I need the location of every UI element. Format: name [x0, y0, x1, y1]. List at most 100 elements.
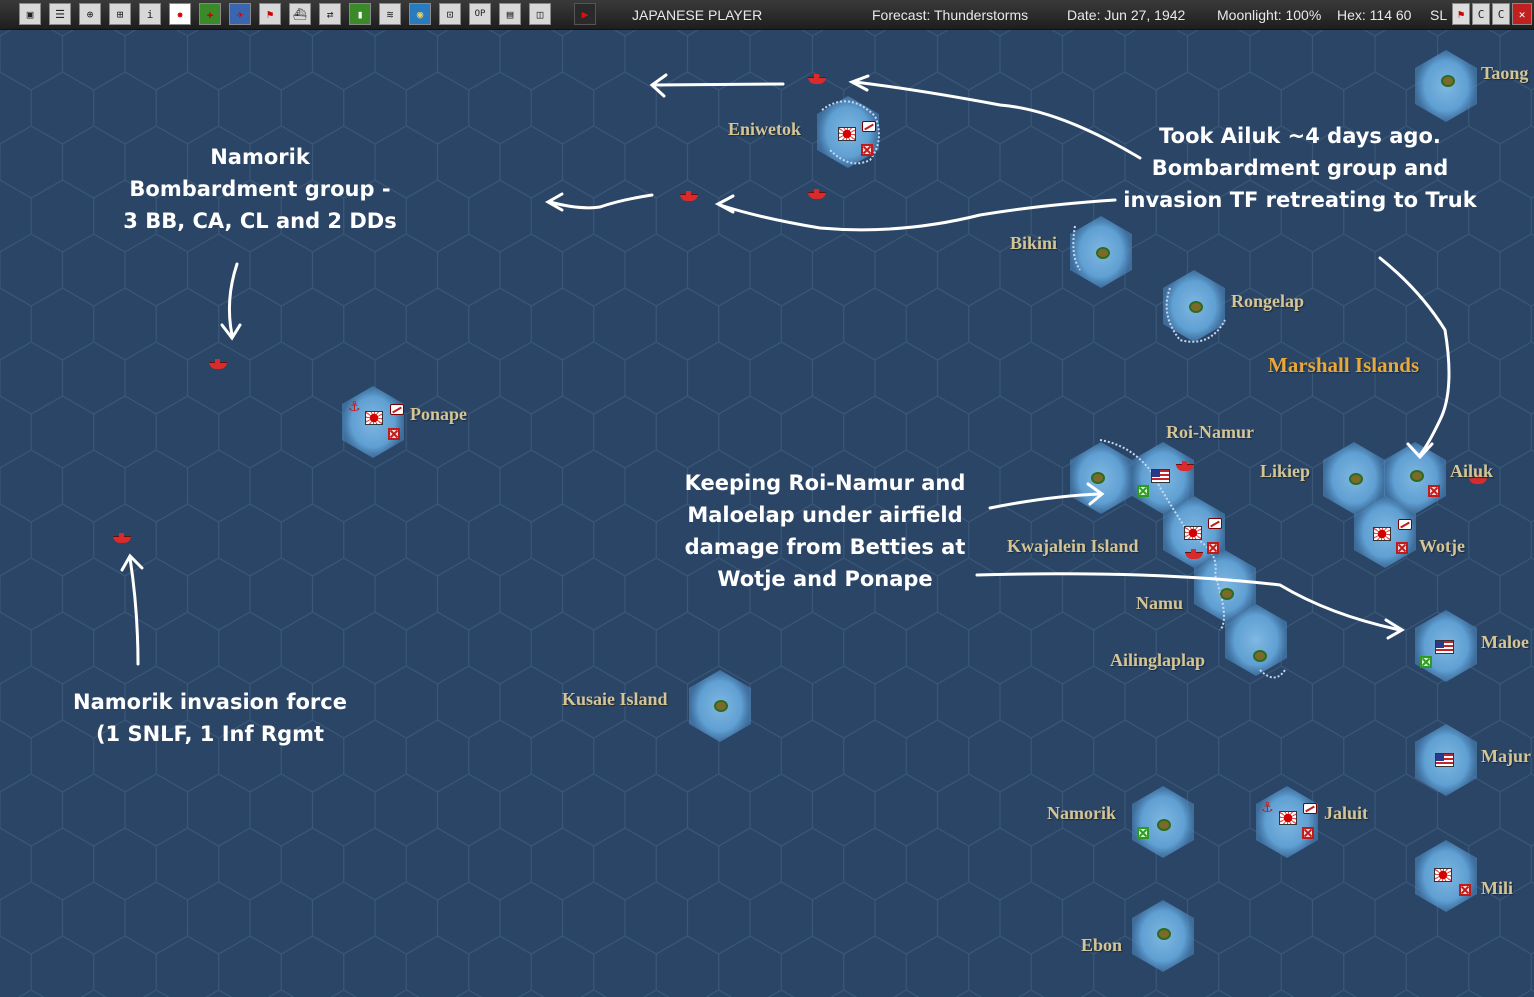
island-icon[interactable]: [1410, 470, 1424, 482]
fleet-icon[interactable]: ≋: [379, 3, 401, 25]
port-icon[interactable]: ⚓: [348, 400, 361, 414]
place-label-mili: Mili: [1481, 878, 1513, 898]
port-icon[interactable]: ⚓: [1261, 801, 1274, 815]
allied-base-icon[interactable]: [1151, 469, 1170, 483]
air-group-icon[interactable]: ✚: [199, 3, 221, 25]
convoy-icon[interactable]: ⇄: [319, 3, 341, 25]
japanese-base-icon[interactable]: [838, 127, 856, 141]
place-label-ailuk: Ailuk: [1450, 461, 1494, 481]
ground-unit-icon[interactable]: [388, 428, 400, 440]
annotation-line: Bombardment group -: [129, 177, 391, 201]
annotation-line: Took Ailuk ~4 days ago.: [1159, 124, 1441, 148]
island-icon[interactable]: [714, 700, 728, 712]
airfield-icon[interactable]: [390, 404, 404, 415]
japan-flag-icon[interactable]: ✸: [169, 3, 191, 25]
place-label-eniwetok: Eniwetok: [728, 119, 802, 139]
island-icon[interactable]: [1253, 650, 1267, 662]
annotation-line: Keeping Roi-Namur and: [684, 471, 966, 495]
place-label-rongelap: Rongelap: [1231, 291, 1305, 311]
place-label-ebon: Ebon: [1081, 935, 1123, 955]
aircraft-icon[interactable]: ✈: [229, 3, 251, 25]
air-ops-icon[interactable]: ⊕: [79, 3, 101, 25]
flag-icon[interactable]: ⚑: [1452, 3, 1470, 25]
place-label-namorik: Namorik: [1047, 803, 1116, 823]
annotation-roi-namur: Keeping Roi-Namur and Maloelap under air…: [675, 467, 975, 595]
annotation-bombardment-group: Namorik Bombardment group - 3 BB, CA, CL…: [100, 141, 420, 237]
annotation-invasion-force: Namorik invasion force (1 SNLF, 1 Inf Rg…: [60, 686, 360, 750]
sl-label: SL: [1430, 7, 1448, 23]
place-label-wotje: Wotje: [1419, 536, 1465, 556]
place-label-roi-namur: Roi-Namur: [1166, 422, 1254, 442]
annotation-line: Bombardment group and: [1151, 156, 1449, 180]
airfield-icon[interactable]: [862, 121, 876, 132]
c-icon[interactable]: C: [1492, 3, 1510, 25]
place-label-likiep: Likiep: [1260, 461, 1311, 481]
window-icon[interactable]: ◫: [529, 3, 551, 25]
annotation-line: Namorik invasion force: [73, 690, 347, 714]
ground-unit-icon[interactable]: [1428, 485, 1440, 497]
island-icon[interactable]: [1349, 473, 1363, 485]
place-label-maloe: Maloe: [1481, 632, 1529, 652]
region-label-marshall-islands: Marshall Islands: [1268, 353, 1420, 377]
ground-unit-icon[interactable]: [1459, 884, 1471, 896]
ground-unit-icon[interactable]: [1396, 542, 1408, 554]
globe-icon[interactable]: ◉: [409, 3, 431, 25]
allied-base-icon[interactable]: [1435, 640, 1454, 654]
place-label-bikini: Bikini: [1010, 233, 1058, 253]
ground-unit-icon[interactable]: [1302, 827, 1314, 839]
annotation-line: Namorik: [210, 145, 310, 169]
hex-label: Hex: 114 60: [1337, 7, 1412, 23]
toolbar: ▣ ☰ ⊕ ⊞ i ✸ ✚ ✈ ⚑ ⛴ ⇄ ▮ ≋ ◉ ⊡ OP ▤ ◫ ▶ J…: [0, 0, 1534, 30]
japanese-base-icon[interactable]: [1434, 868, 1452, 882]
map-icon[interactable]: ⊡: [439, 3, 461, 25]
place-label-jaluit: Jaluit: [1324, 803, 1369, 823]
island-icon[interactable]: [1091, 472, 1105, 484]
place-label-kusaie: Kusaie Island: [562, 689, 668, 709]
ground-unit-icon[interactable]: [861, 144, 873, 156]
annotation-line: (1 SNLF, 1 Inf Rgmt: [95, 722, 325, 746]
island-icon[interactable]: [1157, 928, 1171, 940]
airfield-icon[interactable]: [1208, 518, 1222, 529]
allied-ground-unit-icon[interactable]: [1137, 485, 1149, 497]
c-icon[interactable]: C: [1472, 3, 1490, 25]
forecast-label: Forecast: Thunderstorms: [872, 7, 1029, 23]
annotation-ailuk: Took Ailuk ~4 days ago. Bombardment grou…: [1120, 120, 1480, 216]
island-icon[interactable]: [1096, 247, 1110, 259]
close-icon[interactable]: ✕: [1512, 3, 1532, 25]
moonlight-label: Moonlight: 100%: [1217, 7, 1322, 23]
island-icon[interactable]: [1441, 75, 1455, 87]
flag-icon[interactable]: ⚑: [259, 3, 281, 25]
ground-ops-icon[interactable]: ⊞: [109, 3, 131, 25]
op-icon[interactable]: OP: [469, 3, 491, 25]
chart-icon[interactable]: ▮: [349, 3, 371, 25]
place-label-ponape: Ponape: [410, 404, 468, 424]
japanese-base-icon[interactable]: [1279, 811, 1297, 825]
info-icon[interactable]: i: [139, 3, 161, 25]
report-icon[interactable]: ☰: [49, 3, 71, 25]
island-icon[interactable]: [1220, 588, 1234, 600]
japanese-base-icon[interactable]: [1184, 526, 1202, 540]
japanese-base-icon[interactable]: [1373, 527, 1391, 541]
island-icon[interactable]: [1157, 819, 1171, 831]
date-label: Date: Jun 27, 1942: [1067, 7, 1186, 23]
place-label-namu: Namu: [1136, 593, 1184, 613]
annotation-line: 3 BB, CA, CL and 2 DDs: [123, 209, 397, 233]
list-icon[interactable]: ▤: [499, 3, 521, 25]
japanese-base-icon[interactable]: [365, 411, 383, 425]
end-turn-icon[interactable]: ▶: [574, 3, 596, 25]
allied-ground-unit-icon[interactable]: [1137, 827, 1149, 839]
allied-base-icon[interactable]: [1435, 753, 1454, 767]
place-label-majur: Majur: [1481, 746, 1531, 766]
annotation-line: damage from Betties at: [684, 535, 966, 559]
save-icon[interactable]: ▣: [19, 3, 41, 25]
allied-ground-unit-icon[interactable]: [1420, 656, 1432, 668]
place-label-kwajalein: Kwajalein Island: [1007, 536, 1139, 556]
airfield-icon[interactable]: [1303, 803, 1317, 814]
ship-icon[interactable]: ⛴: [289, 3, 311, 25]
island-icon[interactable]: [1189, 301, 1203, 313]
game-map[interactable]: ⚓ ⚓ Taong Eniwetok Bikini Rongelap Marsh…: [0, 30, 1534, 997]
ground-unit-icon[interactable]: [1207, 542, 1219, 554]
place-label-ailinglaplap: Ailinglaplap: [1110, 650, 1206, 670]
place-label-taong: Taong: [1481, 63, 1529, 83]
airfield-icon[interactable]: [1398, 519, 1412, 530]
